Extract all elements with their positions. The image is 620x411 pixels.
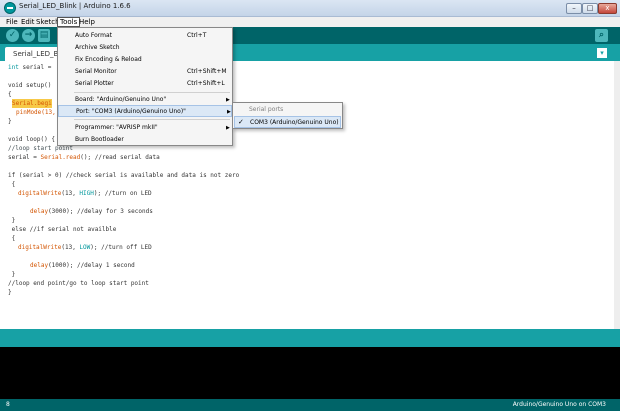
- upload-button[interactable]: →: [22, 29, 35, 42]
- menu-item-label: Serial Plotter: [75, 80, 114, 87]
- code-token: (13,: [61, 190, 80, 197]
- code-line: {: [8, 91, 12, 98]
- verify-button[interactable]: ✓: [6, 29, 19, 42]
- code-token: Serial.read: [40, 154, 81, 161]
- code-token: (3000); //delay for 3 seconds: [48, 208, 153, 215]
- menu-tools[interactable]: Tools: [57, 17, 81, 27]
- checkmark-icon: ✓: [238, 118, 244, 126]
- menu-item-label: Fix Encoding & Reload: [75, 56, 142, 63]
- code-line: if (serial > 0) //check serial is availa…: [8, 172, 240, 179]
- tab-sketch[interactable]: Serial_LED_Bli: [5, 47, 59, 61]
- code-line: digitalWrite(13, LOW); //turn off LED: [18, 243, 152, 252]
- menu-item-fix-encoding[interactable]: Fix Encoding & Reload: [58, 54, 232, 66]
- code-token: serial =: [8, 154, 41, 161]
- code-line: }: [8, 271, 16, 278]
- menu-item-label: Burn Bootloader: [75, 136, 124, 143]
- menu-separator: [74, 92, 230, 93]
- menu-edit[interactable]: Edit: [21, 17, 35, 27]
- menu-item-programmer[interactable]: Programmer: "AVRISP mkII" ▶: [58, 122, 232, 134]
- minimize-button[interactable]: –: [566, 3, 582, 14]
- menu-item-label: Archive Sketch: [75, 44, 120, 51]
- code-token: LOW: [79, 244, 91, 251]
- code-token: int: [8, 64, 19, 71]
- menu-item-serial-monitor[interactable]: Serial Monitor Ctrl+Shift+M: [58, 66, 232, 78]
- maximize-button[interactable]: □: [582, 3, 598, 14]
- code-line: else //if serial not availble: [8, 226, 117, 233]
- code-line: delay(1000); //delay 1 second: [30, 261, 135, 270]
- console-output[interactable]: [0, 347, 620, 399]
- code-line: int serial =: [8, 63, 55, 72]
- menu-item-label: Port: "COM3 (Arduino/Genuino Uno)": [76, 108, 186, 115]
- code-line: void setup(): [8, 82, 52, 89]
- menu-file[interactable]: File: [6, 17, 18, 27]
- code-token: ); //turn on LED: [93, 190, 152, 197]
- code-line: void loop() {: [8, 136, 55, 143]
- code-line: }: [8, 217, 16, 224]
- code-line: }: [8, 118, 12, 125]
- code-line: //loop end point/go to loop start point: [8, 280, 149, 287]
- menu-item-archive-sketch[interactable]: Archive Sketch: [58, 42, 232, 54]
- menu-item-shortcut: Ctrl+T: [187, 32, 207, 39]
- tab-menu-button[interactable]: ▾: [597, 48, 607, 58]
- menu-bar: File Edit Sketch Tools Help: [0, 17, 620, 27]
- arduino-logo-icon: [4, 2, 16, 14]
- title-bar: Serial_LED_Blink | Arduino 1.6.6 – □ x: [0, 0, 620, 17]
- editor-scrollbar[interactable]: [614, 61, 620, 329]
- code-line: digitalWrite(13, HIGH); //turn on LED: [18, 189, 152, 198]
- menu-separator: [74, 119, 230, 120]
- window-title: Serial_LED_Blink | Arduino 1.6.6: [19, 2, 131, 10]
- menu-item-shortcut: Ctrl+Shift+M: [187, 68, 227, 75]
- menu-item-label: COM3 (Arduino/Genuino Uno): [250, 119, 339, 126]
- menu-item-auto-format[interactable]: Auto Format Ctrl+T: [58, 30, 232, 42]
- menu-item-com3[interactable]: ✓ COM3 (Arduino/Genuino Uno): [234, 116, 341, 128]
- submenu-arrow-icon: ▶: [226, 125, 230, 131]
- code-token: (1000); //delay 1 second: [48, 262, 135, 269]
- menu-item-burn-bootloader[interactable]: Burn Bootloader: [58, 134, 232, 146]
- code-line: }: [8, 289, 12, 296]
- code-token: digitalWrite: [18, 190, 62, 197]
- submenu-arrow-icon: ▶: [227, 109, 231, 115]
- board-port-label: Arduino/Genuino Uno on COM3: [512, 401, 606, 408]
- code-line: delay(3000); //delay for 3 seconds: [30, 207, 153, 216]
- new-sketch-button[interactable]: ▤: [38, 29, 50, 42]
- ports-submenu: Serial ports ✓ COM3 (Arduino/Genuino Uno…: [232, 102, 343, 129]
- code-token: delay: [30, 208, 49, 215]
- code-token: digitalWrite: [18, 244, 62, 251]
- line-number: 8: [6, 401, 10, 408]
- footer-bar: 8 Arduino/Genuino Uno on COM3: [0, 399, 620, 411]
- code-line: {: [8, 181, 16, 188]
- submenu-header: Serial ports: [249, 106, 284, 113]
- menu-help[interactable]: Help: [79, 17, 95, 27]
- menu-item-port[interactable]: Port: "COM3 (Arduino/Genuino Uno)" ▶: [58, 105, 232, 117]
- menu-item-label: Serial Monitor: [75, 68, 117, 75]
- code-token: serial =: [18, 64, 55, 71]
- code-line-highlight: Serial.begi: [12, 99, 52, 108]
- menu-item-serial-plotter[interactable]: Serial Plotter Ctrl+Shift+L: [58, 78, 232, 90]
- serial-monitor-button[interactable]: ⌕: [595, 29, 608, 42]
- menu-item-label: Auto Format: [75, 32, 112, 39]
- code-token: delay: [30, 262, 49, 269]
- menu-item-label: Programmer: "AVRISP mkII": [75, 124, 158, 131]
- tools-dropdown-menu: Auto Format Ctrl+T Archive Sketch Fix En…: [57, 27, 233, 146]
- menu-item-label: Board: "Arduino/Genuino Uno": [75, 96, 167, 103]
- status-bar: [0, 329, 620, 347]
- code-token: pinMode(13,: [16, 109, 56, 116]
- code-token: Serial.begi: [12, 100, 52, 107]
- code-line: pinMode(13,: [16, 108, 56, 117]
- code-token: HIGH: [79, 190, 94, 197]
- code-line: {: [8, 235, 16, 242]
- code-line: serial = Serial.read(); //read serial da…: [8, 153, 160, 162]
- code-token: (13,: [61, 244, 80, 251]
- code-token: (); //read serial data: [80, 154, 160, 161]
- menu-item-shortcut: Ctrl+Shift+L: [187, 80, 225, 87]
- code-token: ); //turn off LED: [90, 244, 152, 251]
- close-button[interactable]: x: [598, 3, 617, 14]
